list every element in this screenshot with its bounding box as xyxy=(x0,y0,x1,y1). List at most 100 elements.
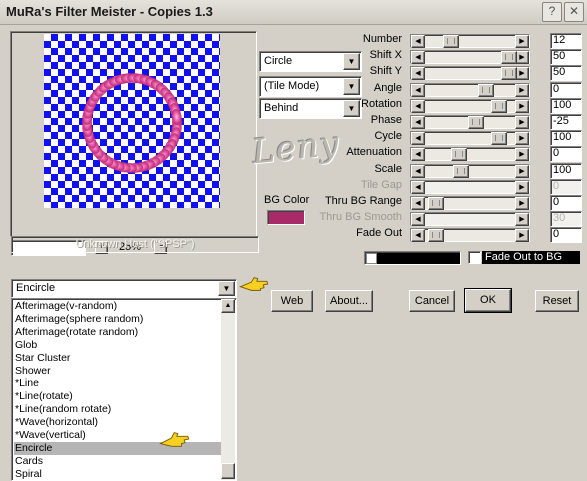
slider-thumb[interactable] xyxy=(501,67,517,81)
fade-out-bg-checkbox[interactable] xyxy=(468,251,481,264)
cancel-button[interactable]: Cancel xyxy=(409,290,455,312)
slider-left-arrow-icon[interactable]: ◀ xyxy=(411,164,425,178)
list-item[interactable]: Shower xyxy=(14,365,223,378)
web-button[interactable]: Web xyxy=(271,290,313,312)
param-value-2[interactable]: 50 xyxy=(550,65,582,82)
slider-left-arrow-icon[interactable]: ◀ xyxy=(411,83,425,97)
list-item[interactable]: *Line(rotate) xyxy=(14,390,223,403)
list-item[interactable]: Afterimage(sphere random) xyxy=(14,313,223,326)
title-bar[interactable]: MuRa's Filter Meister - Copies 1.3 ? ✕ xyxy=(0,0,587,25)
host-status-text: Unknown Host ("SPSP") xyxy=(75,238,195,250)
reset-button[interactable]: Reset xyxy=(535,290,579,312)
param-slider-4[interactable]: ◀ ▶ xyxy=(410,98,530,113)
list-item[interactable]: *Line(random rotate) xyxy=(14,403,223,416)
param-value-3[interactable]: 0 xyxy=(550,81,582,98)
list-item[interactable]: Afterimage(v-random) xyxy=(14,300,223,313)
param-slider-2[interactable]: ◀ ▶ xyxy=(410,66,530,81)
slider-right-arrow-icon[interactable]: ▶ xyxy=(515,51,529,65)
param-value-0[interactable]: 12 xyxy=(550,33,582,49)
param-label-0: Number xyxy=(362,33,402,45)
slider-right-arrow-icon[interactable]: ▶ xyxy=(515,83,529,97)
slider-thumb[interactable] xyxy=(491,132,507,146)
param-slider-6[interactable]: ◀ ▶ xyxy=(410,131,530,146)
slider-left-arrow-icon[interactable]: ◀ xyxy=(411,51,425,65)
param-slider-10[interactable]: ◀ ▶ xyxy=(410,196,530,210)
slider-right-arrow-icon[interactable]: ▶ xyxy=(515,67,529,81)
list-item[interactable]: Afterimage(rotate random) xyxy=(14,326,223,339)
slider-left-arrow-icon[interactable]: ◀ xyxy=(411,229,425,243)
param-slider-5[interactable]: ◀ ▶ xyxy=(410,115,530,129)
param-value-6[interactable]: 100 xyxy=(550,130,582,147)
bg-color-swatch[interactable] xyxy=(267,210,305,225)
close-button[interactable]: ✕ xyxy=(564,2,584,22)
slider-thumb[interactable] xyxy=(428,229,444,243)
slider-right-arrow-icon[interactable]: ▶ xyxy=(515,164,529,178)
param-value-1[interactable]: 50 xyxy=(550,49,582,66)
slider-right-arrow-icon[interactable]: ▶ xyxy=(515,99,529,113)
list-item[interactable]: Glob xyxy=(14,339,223,352)
slider-thumb[interactable] xyxy=(443,35,459,48)
param-value-text: 0 xyxy=(553,179,560,192)
preview-canvas[interactable] xyxy=(44,34,220,208)
param-value-4[interactable]: 100 xyxy=(550,97,582,114)
param-value-10[interactable]: 0 xyxy=(550,195,582,211)
help-button[interactable]: ? xyxy=(542,2,562,22)
param-value-text: 100 xyxy=(553,163,572,176)
slider-left-arrow-icon[interactable]: ◀ xyxy=(411,148,425,162)
param-slider-3[interactable]: ◀ ▶ xyxy=(410,82,530,97)
ok-button[interactable]: OK xyxy=(464,288,512,313)
slider-thumb[interactable] xyxy=(428,197,444,210)
slider-right-arrow-icon[interactable]: ▶ xyxy=(515,35,529,48)
slider-right-arrow-icon[interactable]: ▶ xyxy=(515,197,529,210)
slider-thumb[interactable] xyxy=(468,116,484,129)
preset-dropdown[interactable]: Encircle ▼ xyxy=(11,279,237,298)
about-button-label: About... xyxy=(330,295,368,307)
slider-left-arrow-icon[interactable]: ◀ xyxy=(411,116,425,129)
preset-list[interactable]: Afterimage(v-random) Afterimage(sphere ra… xyxy=(11,298,237,481)
chevron-down-icon[interactable]: ▼ xyxy=(343,53,360,70)
param-slider-8[interactable]: ◀ ▶ xyxy=(410,163,530,178)
list-item[interactable]: *Line xyxy=(14,377,223,390)
param-slider-12[interactable]: ◀ ▶ xyxy=(410,228,530,243)
slider-thumb[interactable] xyxy=(491,99,507,113)
chevron-down-icon[interactable]: ▼ xyxy=(218,281,235,296)
slider-thumb[interactable] xyxy=(451,148,467,162)
slider-right-arrow-icon[interactable]: ▶ xyxy=(515,148,529,162)
blend-dropdown[interactable]: Behind ▼ xyxy=(259,98,362,119)
param-slider-0[interactable]: ◀ ▶ xyxy=(410,34,530,48)
param-value-text: 50 xyxy=(553,50,566,63)
scroll-thumb[interactable] xyxy=(221,463,235,479)
slider-right-arrow-icon[interactable]: ▶ xyxy=(515,132,529,146)
slider-thumb[interactable] xyxy=(501,51,517,65)
slider-left-arrow-icon[interactable]: ◀ xyxy=(411,132,425,146)
about-button[interactable]: About... xyxy=(325,290,373,312)
list-scrollbar[interactable]: ▲ xyxy=(221,299,235,480)
slider-left-arrow-icon: ◀ xyxy=(411,213,425,227)
slider-thumb[interactable] xyxy=(478,83,494,97)
slider-left-arrow-icon[interactable]: ◀ xyxy=(411,67,425,81)
slider-right-arrow-icon[interactable]: ▶ xyxy=(515,229,529,243)
pointing-hand-icon xyxy=(159,432,190,447)
tile-mode-dropdown[interactable]: (Tile Mode) ▼ xyxy=(259,76,362,97)
bg-color-label: BG Color xyxy=(264,194,310,206)
param-value-12[interactable]: 0 xyxy=(550,227,582,244)
param-slider-1[interactable]: ◀ ▶ xyxy=(410,50,530,65)
list-item[interactable]: Star Cluster xyxy=(14,352,223,365)
list-item[interactable]: Cards xyxy=(14,455,223,468)
param-slider-7[interactable]: ◀ ▶ xyxy=(410,147,530,162)
param-value-5[interactable]: -25 xyxy=(550,114,582,130)
list-item[interactable]: *Wave(horizontal) xyxy=(14,416,223,429)
slider-right-arrow-icon[interactable]: ▶ xyxy=(515,116,529,129)
slider-thumb[interactable] xyxy=(453,164,469,178)
chevron-down-icon[interactable]: ▼ xyxy=(343,100,360,117)
slider-left-arrow-icon[interactable]: ◀ xyxy=(411,99,425,113)
param-value-text: 50 xyxy=(553,66,566,79)
shape-dropdown[interactable]: Circle ▼ xyxy=(259,51,362,72)
param-value-8[interactable]: 100 xyxy=(550,162,582,179)
slider-left-arrow-icon[interactable]: ◀ xyxy=(411,35,425,48)
slider-left-arrow-icon[interactable]: ◀ xyxy=(411,197,425,210)
scroll-up-button[interactable]: ▲ xyxy=(221,299,235,313)
reset-button-label: Reset xyxy=(542,295,572,307)
chevron-down-icon[interactable]: ▼ xyxy=(343,78,360,95)
param-value-7[interactable]: 0 xyxy=(550,146,582,163)
